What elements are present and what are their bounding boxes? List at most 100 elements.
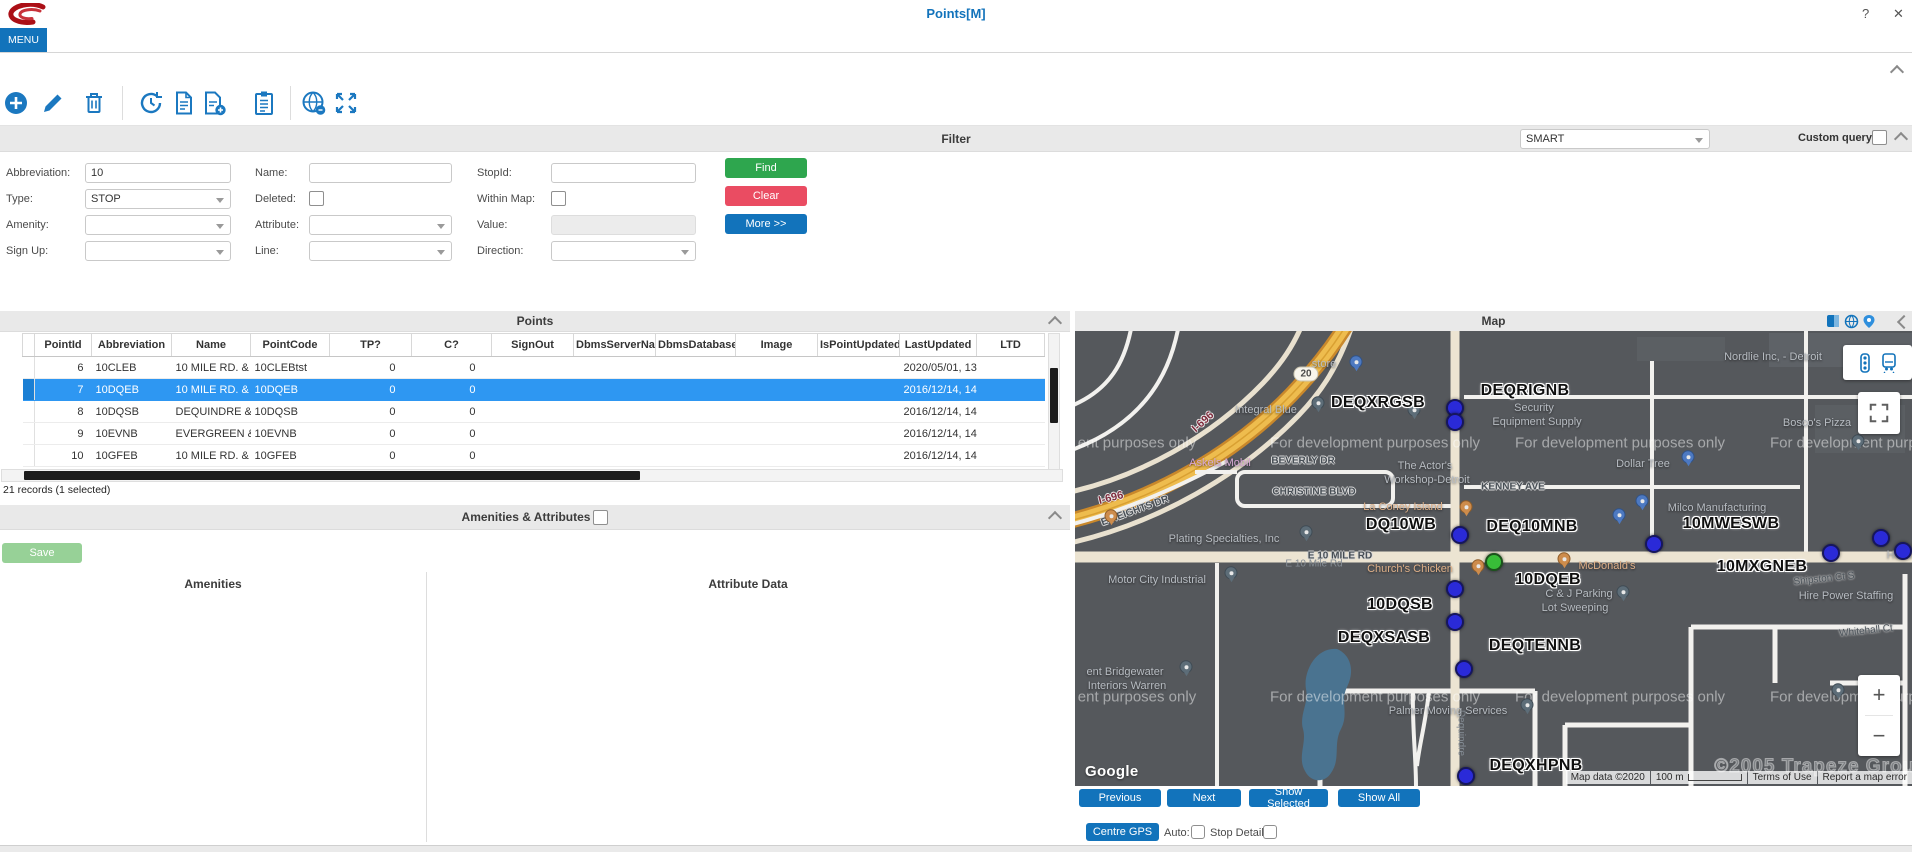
row-selector[interactable]	[23, 357, 35, 379]
amenity-select[interactable]	[85, 215, 231, 235]
amenities-panel-title: Amenities	[0, 577, 426, 591]
fullscreen-button[interactable]	[1858, 392, 1900, 434]
map-stop-label-layer: DEQXRGSBDEQRIGNBDQ10WBDEQ10MNB10MWESWB10…	[1075, 331, 1912, 786]
previous-button[interactable]: Previous	[1079, 789, 1161, 807]
custom-query-label: Custom query	[1798, 132, 1872, 144]
document-icon[interactable]	[171, 90, 197, 116]
history-icon[interactable]	[138, 90, 164, 116]
audit-list-icon[interactable]	[251, 90, 277, 116]
row-selector[interactable]	[23, 423, 35, 445]
attribute-select[interactable]	[309, 215, 452, 235]
value-input[interactable]	[551, 215, 696, 235]
direction-select[interactable]	[551, 241, 696, 261]
row-selector[interactable]	[23, 401, 35, 423]
column-header[interactable]: Abbreviation	[92, 334, 172, 357]
more-button[interactable]: More >>	[725, 214, 807, 234]
menu-button[interactable]: MENU	[0, 28, 47, 52]
stop-label: 10DQSB	[1367, 596, 1433, 614]
table-row[interactable]: 1010GFEB10 MILE RD. & G10GFEB 00 2016/12…	[23, 445, 1045, 467]
help-icon[interactable]: ?	[1862, 6, 1869, 21]
attribute-label: Attribute:	[255, 219, 299, 231]
table-row[interactable]: 810DQSBDEQUINDRE & 110DQSB 00 2016/12/14…	[23, 401, 1045, 423]
abbreviation-input[interactable]	[85, 163, 231, 183]
terms-link[interactable]: Terms of Use	[1748, 771, 1817, 784]
stop-label: 10DQEB	[1515, 571, 1581, 589]
map-pushpin-icon[interactable]	[1862, 314, 1876, 329]
centre-gps-button[interactable]: Centre GPS	[1086, 823, 1159, 841]
column-header[interactable]: Name	[172, 334, 251, 357]
panel-divider	[426, 572, 427, 842]
show-selected-button[interactable]: Show Selected	[1249, 789, 1328, 807]
document-export-icon[interactable]	[201, 90, 227, 116]
amenities-section-checkbox[interactable]	[593, 510, 608, 525]
column-header[interactable]: IsPointUpdated	[818, 334, 900, 357]
column-header[interactable]: C?	[412, 334, 492, 357]
column-header[interactable]: TP?	[330, 334, 412, 357]
row-selector[interactable]	[23, 379, 35, 401]
stopid-input[interactable]	[551, 163, 696, 183]
find-button[interactable]: Find	[725, 158, 807, 178]
column-header[interactable]: PointCode	[251, 334, 330, 357]
name-input[interactable]	[309, 163, 452, 183]
map-panel-icon[interactable]	[1826, 314, 1840, 328]
amenity-label: Amenity:	[6, 219, 49, 231]
column-header[interactable]: LTD	[977, 334, 1045, 357]
expand-icon[interactable]	[333, 90, 359, 116]
column-header[interactable]: LastUpdated	[900, 334, 977, 357]
table-body: 610CLEB10 MILE RD. & C10CLEBtst 00 2020/…	[23, 357, 1045, 467]
type-select[interactable]: STOP	[85, 189, 231, 209]
transit-icon[interactable]	[1881, 353, 1897, 373]
signup-select[interactable]	[85, 241, 231, 261]
column-header[interactable]: SignOut	[492, 334, 574, 357]
custom-query-checkbox[interactable]	[1872, 130, 1887, 145]
zoom-out-button[interactable]: −	[1858, 716, 1900, 756]
stop-label: 10MXGNEB	[1717, 558, 1807, 576]
edit-icon[interactable]	[40, 90, 66, 116]
google-logo: Google	[1085, 763, 1138, 780]
clear-button[interactable]: Clear	[725, 186, 807, 206]
table-row[interactable]: 910EVNBEVERGREEN & 110EVNB 00 2016/12/14…	[23, 423, 1045, 445]
traffic-icon[interactable]	[1859, 353, 1871, 373]
add-icon[interactable]	[3, 90, 29, 116]
name-label: Name:	[255, 167, 287, 179]
deleted-checkbox[interactable]	[309, 191, 324, 206]
zoom-in-button[interactable]: +	[1858, 675, 1900, 715]
column-header[interactable]: DbmsDatabaseI	[656, 334, 736, 357]
records-status: 21 records (1 selected)	[3, 484, 110, 496]
page-title: Points[M]	[0, 6, 1912, 21]
table-row[interactable]: 710DQEB10 MILE RD. & D10DQEB 00 2016/12/…	[23, 379, 1045, 401]
delete-icon[interactable]	[81, 90, 107, 116]
map-canvas[interactable]: ent purposes onlyFor development purpose…	[1075, 331, 1912, 786]
map-title: Map	[1482, 314, 1506, 328]
within-map-checkbox[interactable]	[551, 191, 566, 206]
collapse-toolbar-chevron-icon[interactable]	[1890, 65, 1904, 79]
close-icon[interactable]: ✕	[1893, 6, 1904, 22]
abbreviation-label: Abbreviation:	[6, 167, 70, 179]
auto-checkbox[interactable]	[1191, 825, 1205, 839]
stop-details-checkbox[interactable]	[1263, 825, 1277, 839]
horizontal-scrollbar-thumb[interactable]	[24, 471, 640, 480]
stop-label: DEQXRGSB	[1331, 394, 1425, 412]
column-header[interactable]: DbmsServerNa	[574, 334, 656, 357]
row-selector[interactable]	[23, 445, 35, 467]
column-header[interactable]: PointId	[35, 334, 92, 357]
globe-search-icon[interactable]	[301, 90, 327, 116]
save-button[interactable]: Save	[2, 543, 82, 563]
profile-select[interactable]: SMART	[1520, 129, 1710, 149]
amenities-section-title: Amenities & Attributes	[462, 510, 591, 524]
map-globe-icon[interactable]	[1844, 314, 1859, 329]
vertical-scrollbar-thumb[interactable]	[1050, 368, 1058, 423]
line-select[interactable]	[309, 241, 452, 261]
report-error-link[interactable]: Report a map error	[1818, 771, 1912, 784]
column-header[interactable]: Image	[736, 334, 818, 357]
value-label: Value:	[477, 219, 507, 231]
profile-value: SMART	[1526, 133, 1564, 145]
attribute-data-panel-title: Attribute Data	[426, 577, 1070, 591]
filter-title: Filter	[941, 132, 970, 146]
map-scale: 100 m	[1651, 771, 1747, 784]
table-row[interactable]: 610CLEB10 MILE RD. & C10CLEBtst 00 2020/…	[23, 357, 1045, 379]
next-button[interactable]: Next	[1167, 789, 1241, 807]
stop-label: DQ10WB	[1366, 516, 1436, 534]
show-all-button[interactable]: Show All	[1338, 789, 1420, 807]
title-bar: Points[M] ? ✕	[0, 0, 1912, 28]
